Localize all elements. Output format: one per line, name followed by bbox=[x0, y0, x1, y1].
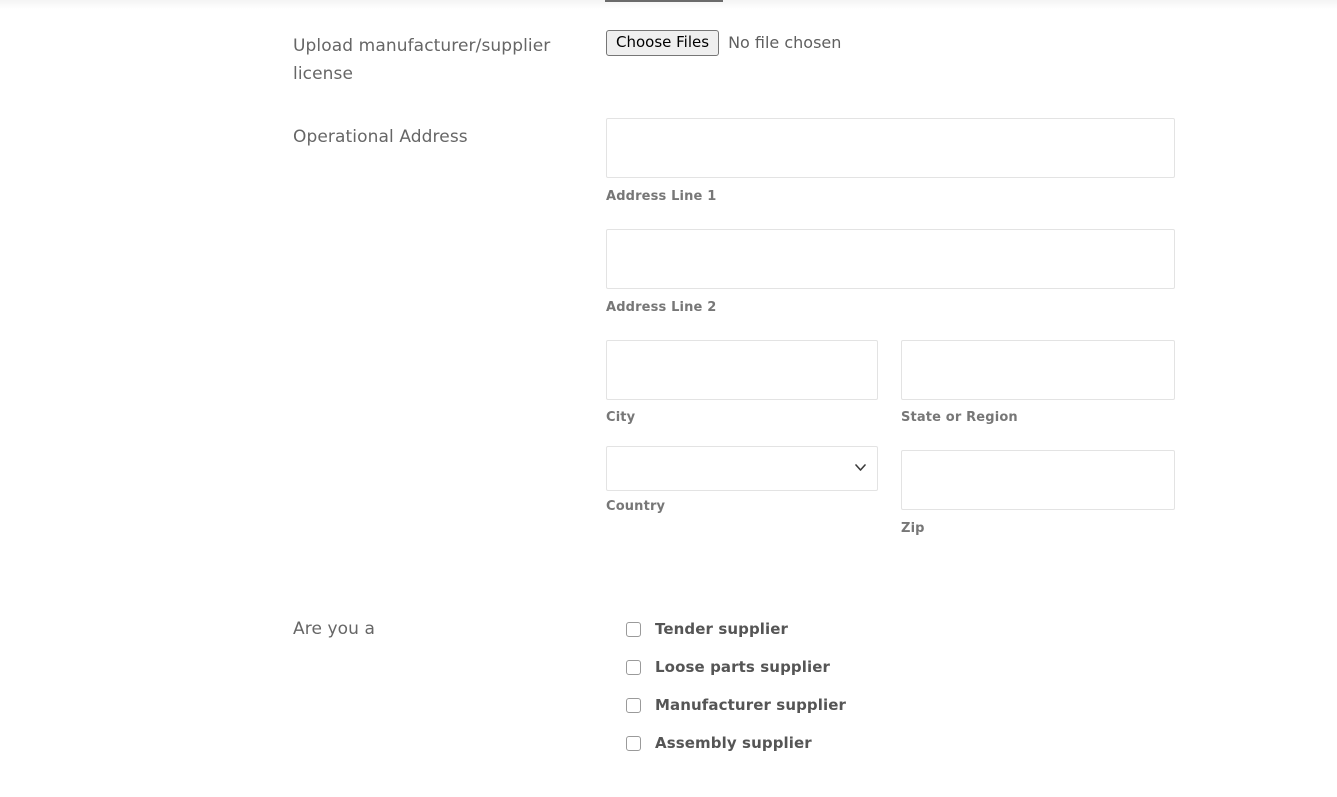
state-region-field[interactable] bbox=[901, 340, 1175, 400]
loose-parts-supplier-checkbox[interactable] bbox=[626, 659, 641, 675]
zip-input[interactable] bbox=[901, 450, 1175, 510]
operational-address-label: Operational Address bbox=[293, 127, 468, 147]
city-field[interactable] bbox=[606, 340, 878, 400]
country-sublabel: Country bbox=[606, 499, 666, 514]
address-line-2-field[interactable] bbox=[606, 229, 1175, 289]
state-region-input[interactable] bbox=[901, 340, 1175, 400]
checkbox-item-assembly-supplier[interactable]: Assembly supplier bbox=[626, 724, 846, 762]
state-region-sublabel: State or Region bbox=[901, 410, 1018, 425]
upload-license-label: Upload manufacturer/supplier license bbox=[293, 36, 551, 84]
checkbox-item-tender-supplier[interactable]: Tender supplier bbox=[626, 610, 846, 648]
zip-field[interactable] bbox=[901, 450, 1175, 510]
supplier-type-checkbox-group: Tender supplier Loose parts supplier Man… bbox=[626, 610, 846, 762]
no-file-chosen-text: No file chosen bbox=[728, 33, 842, 52]
file-upload-control[interactable]: Choose Files No file chosen bbox=[606, 30, 841, 56]
address-line-2-input[interactable] bbox=[606, 229, 1175, 289]
address-line-2-sublabel: Address Line 2 bbox=[606, 300, 717, 315]
assembly-supplier-label[interactable]: Assembly supplier bbox=[655, 733, 812, 753]
checkbox-item-manufacturer-supplier[interactable]: Manufacturer supplier bbox=[626, 686, 846, 724]
manufacturer-supplier-checkbox[interactable] bbox=[626, 697, 641, 713]
city-input[interactable] bbox=[606, 340, 878, 400]
tender-supplier-label[interactable]: Tender supplier bbox=[655, 619, 788, 639]
assembly-supplier-checkbox[interactable] bbox=[626, 735, 641, 751]
manufacturer-supplier-label[interactable]: Manufacturer supplier bbox=[655, 695, 846, 715]
loose-parts-supplier-label[interactable]: Loose parts supplier bbox=[655, 657, 830, 677]
city-sublabel: City bbox=[606, 410, 636, 425]
checkbox-item-loose-parts-supplier[interactable]: Loose parts supplier bbox=[626, 648, 846, 686]
address-line-1-sublabel: Address Line 1 bbox=[606, 189, 717, 204]
address-line-1-field[interactable] bbox=[606, 118, 1175, 178]
zip-sublabel: Zip bbox=[901, 521, 925, 536]
choose-files-button[interactable]: Choose Files bbox=[606, 30, 720, 56]
supplier-registration-form: Upload manufacturer/supplier license Cho… bbox=[0, 0, 1337, 797]
tender-supplier-checkbox[interactable] bbox=[626, 621, 641, 637]
country-field[interactable] bbox=[606, 446, 878, 491]
address-line-1-input[interactable] bbox=[606, 118, 1175, 178]
country-select[interactable] bbox=[606, 446, 878, 491]
supplier-type-label: Are you a bbox=[293, 619, 376, 639]
